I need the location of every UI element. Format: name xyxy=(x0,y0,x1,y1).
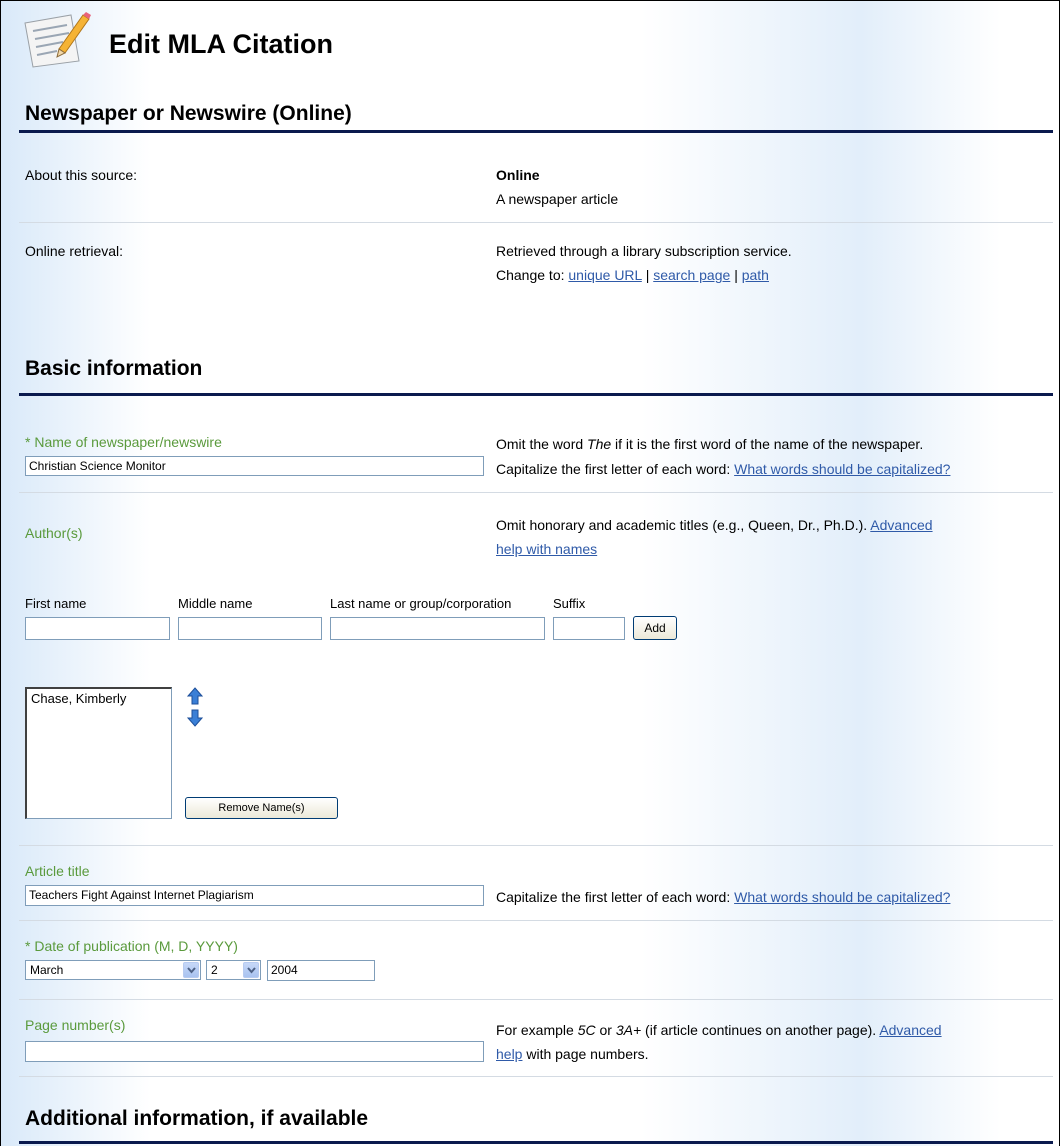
chevron-down-icon[interactable] xyxy=(183,962,199,978)
heading-rule xyxy=(19,1141,1053,1144)
publication-date-label: * Date of publication (M, D, YYYY) xyxy=(25,938,238,954)
basic-info-heading: Basic information xyxy=(25,357,203,380)
authors-label: Author(s) xyxy=(25,525,83,541)
middle-name-label: Middle name xyxy=(178,596,253,611)
chevron-down-icon[interactable] xyxy=(243,962,259,978)
remove-names-button[interactable]: Remove Name(s) xyxy=(185,797,338,819)
row-divider xyxy=(19,492,1053,493)
unique-url-link[interactable]: unique URL xyxy=(568,267,641,283)
link-separator: | xyxy=(645,267,650,283)
author-list[interactable]: Chase, Kimberly xyxy=(25,687,172,819)
search-page-link[interactable]: search page xyxy=(653,267,730,283)
advanced-page-help-link[interactable]: Advanced xyxy=(879,1022,941,1038)
newspaper-help-line2: Capitalize the first letter of each word… xyxy=(496,461,950,477)
about-source-label: About this source: xyxy=(25,167,138,183)
help-text: Omit the word xyxy=(496,436,588,452)
page-numbers-label: Page number(s) xyxy=(25,1017,126,1033)
newspaper-name-label: * Name of newspaper/newswire xyxy=(25,434,222,450)
first-name-input[interactable] xyxy=(25,617,170,640)
article-title-label: Article title xyxy=(25,863,90,879)
row-divider xyxy=(19,920,1053,921)
page-title: Edit MLA Citation xyxy=(109,29,333,59)
article-title-input[interactable]: Teachers Fight Against Internet Plagiari… xyxy=(25,885,484,906)
help-text: Omit honorary and academic titles (e.g.,… xyxy=(496,517,871,533)
arrow-up-icon[interactable] xyxy=(186,687,204,705)
day-value: 2 xyxy=(211,963,218,977)
suffix-label: Suffix xyxy=(553,596,586,611)
page-numbers-input[interactable] xyxy=(25,1041,484,1062)
heading-rule xyxy=(19,393,1053,396)
add-author-button[interactable]: Add xyxy=(633,616,677,640)
about-source-title: Online xyxy=(496,167,540,183)
heading-rule xyxy=(19,130,1053,133)
help-text: Capitalize the first letter of each word… xyxy=(496,889,735,905)
middle-name-input[interactable] xyxy=(178,617,322,640)
capitalization-help-link[interactable]: What words should be capitalized? xyxy=(734,889,950,905)
author-list-item[interactable]: Chase, Kimberly xyxy=(31,691,167,706)
month-value: March xyxy=(30,963,64,977)
row-divider xyxy=(19,999,1053,1000)
additional-info-heading: Additional information, if available xyxy=(25,1107,369,1130)
help-text: Capitalize the first letter of each word… xyxy=(496,461,735,477)
arrow-down-icon[interactable] xyxy=(186,709,204,727)
row-divider xyxy=(19,222,1053,223)
article-title-help: Capitalize the first letter of each word… xyxy=(496,889,950,905)
capitalization-help-link[interactable]: What words should be capitalized? xyxy=(734,461,950,477)
change-to-row: Change to: unique URL | search page | pa… xyxy=(496,267,769,283)
year-input[interactable]: 2004 xyxy=(267,960,375,981)
online-retrieval-value: Retrieved through a library subscription… xyxy=(496,243,792,259)
help-emphasis: 5C xyxy=(577,1022,596,1038)
advanced-names-help-link-cont[interactable]: help with names xyxy=(496,541,597,557)
page-numbers-help: For example 5C or 3A+ (if article contin… xyxy=(496,1018,1046,1066)
help-text: or xyxy=(595,1022,616,1038)
help-text: if it is the first word of the name of t… xyxy=(611,436,924,452)
help-emphasis: 3A+ xyxy=(615,1022,642,1038)
advanced-names-help-link[interactable]: Advanced xyxy=(870,517,932,533)
online-retrieval-label: Online retrieval: xyxy=(25,243,124,259)
change-to-label: Change to: xyxy=(496,267,565,283)
help-emphasis: The xyxy=(587,436,612,452)
row-divider xyxy=(19,845,1053,846)
path-link[interactable]: path xyxy=(742,267,769,283)
last-name-input[interactable] xyxy=(330,617,545,640)
last-name-label: Last name or group/corporation xyxy=(330,596,512,611)
month-select[interactable]: March xyxy=(25,960,201,980)
help-text: (if article continues on another page). xyxy=(641,1022,880,1038)
about-source-desc: A newspaper article xyxy=(496,191,619,207)
help-text: For example xyxy=(496,1022,578,1038)
authors-help: Omit honorary and academic titles (e.g.,… xyxy=(496,513,1046,561)
advanced-page-help-link-cont[interactable]: help xyxy=(496,1046,522,1062)
first-name-label: First name xyxy=(25,596,87,611)
notepad-pencil-icon xyxy=(19,9,91,69)
link-separator: | xyxy=(734,267,738,283)
day-select[interactable]: 2 xyxy=(206,960,261,980)
newspaper-help-line1: Omit the word The if it is the first wor… xyxy=(496,436,923,452)
row-divider xyxy=(19,1076,1053,1077)
source-type-heading: Newspaper or Newswire (Online) xyxy=(25,102,352,125)
help-text: with page numbers. xyxy=(522,1046,649,1062)
newspaper-name-input[interactable]: Christian Science Monitor xyxy=(25,456,484,476)
suffix-input[interactable] xyxy=(553,617,625,640)
citation-editor: Edit MLA Citation Newspaper or Newswire … xyxy=(0,0,1060,1146)
